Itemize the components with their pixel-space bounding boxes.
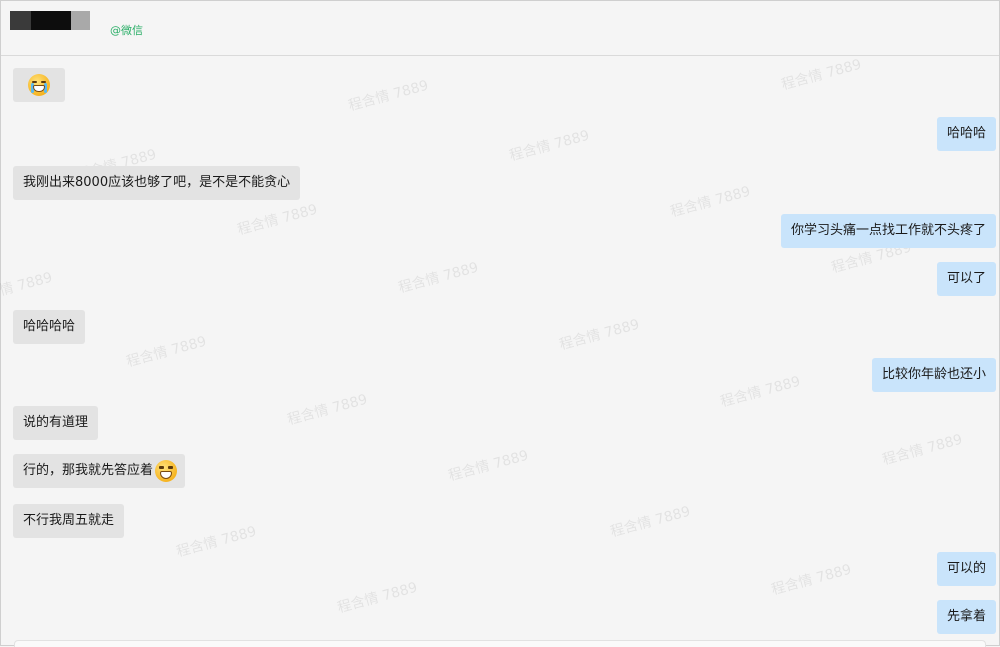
redacted-name-block-3 <box>71 11 90 30</box>
chat-header: @微信 <box>1 1 999 56</box>
chat-window <box>0 0 1000 646</box>
incoming-message[interactable]: 哈哈哈哈 <box>13 310 86 344</box>
incoming-message[interactable]: 说的有道理 <box>13 406 99 440</box>
outgoing-message[interactable]: 你学习头痛一点找工作就不头疼了 <box>780 214 996 248</box>
contact-source-label: @微信 <box>110 24 143 37</box>
outgoing-message[interactable]: 可以的 <box>936 552 996 586</box>
incoming-message[interactable]: 不行我周五就走 <box>13 504 125 538</box>
grinning-emoji-icon <box>155 460 178 482</box>
outgoing-message[interactable]: 比较你年龄也还小 <box>871 358 996 392</box>
outgoing-message[interactable]: 哈哈哈 <box>936 117 996 151</box>
incoming-message[interactable]: 我刚出来8000应该也够了吧，是不是不能贪心 <box>13 166 301 200</box>
incoming-message[interactable] <box>13 68 65 102</box>
outgoing-message[interactable]: 先拿着 <box>936 600 996 634</box>
redacted-name-block-1 <box>10 11 31 30</box>
redacted-name-block-2 <box>31 11 71 30</box>
incoming-message[interactable]: 行的，那我就先答应着 <box>13 454 186 488</box>
crying-emoji-icon <box>28 74 50 96</box>
message-text: 行的，那我就先答应着 <box>23 463 154 478</box>
outgoing-message[interactable]: 可以了 <box>936 262 996 296</box>
